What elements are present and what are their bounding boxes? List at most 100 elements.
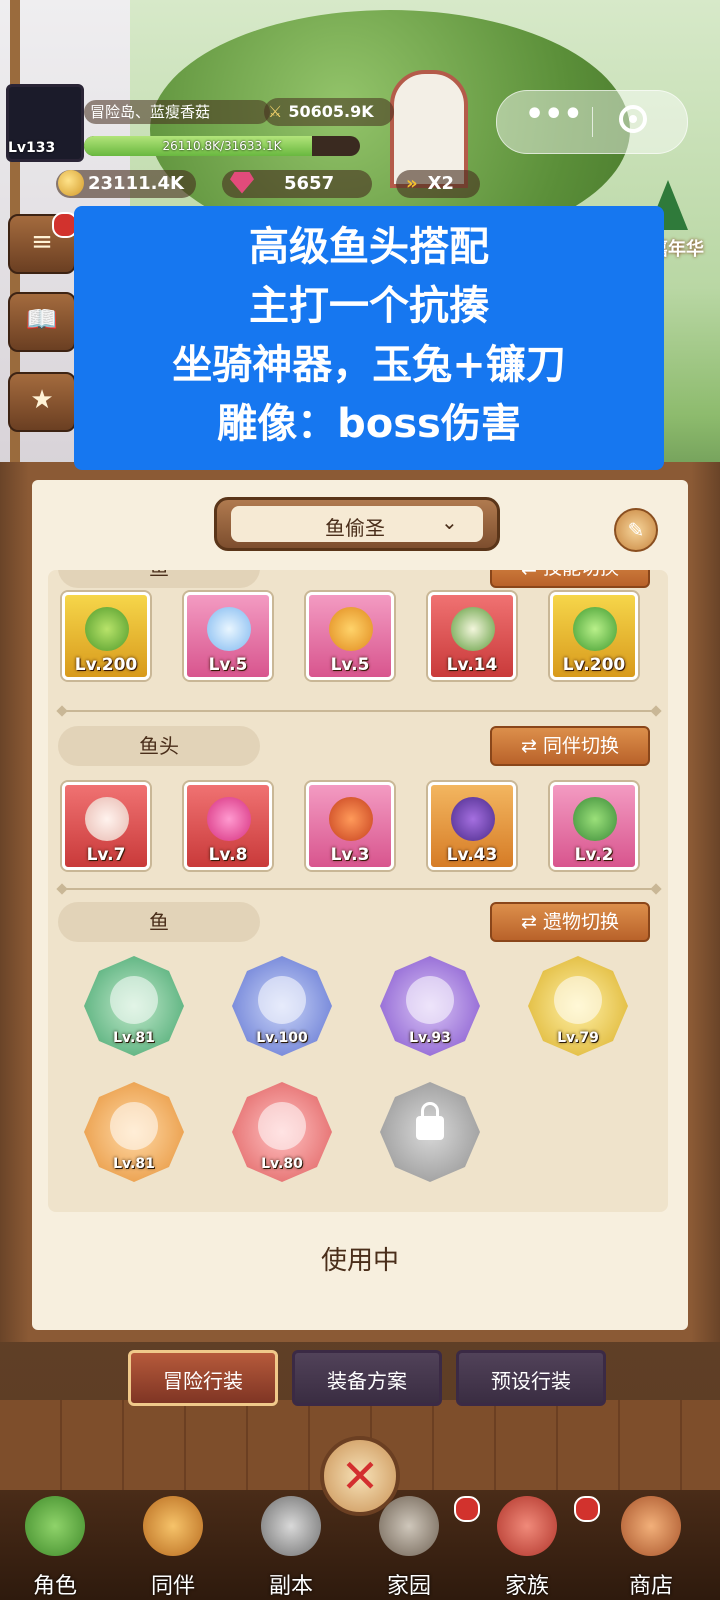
cauliflower-icon [451, 607, 495, 651]
book-button[interactable]: 📖 [8, 292, 76, 352]
partner-slot[interactable]: Lv.7 [62, 782, 150, 870]
relic-slot[interactable]: Lv.93 [380, 956, 480, 1056]
relic-level: Lv.93 [409, 1030, 451, 1046]
tab-preset-gear[interactable]: 预设行装 [456, 1350, 606, 1406]
nav-label: 家园 [386, 1574, 431, 1599]
gem-counter[interactable]: 5657 [222, 170, 372, 198]
skill-slot[interactable]: Lv.200 [550, 592, 638, 680]
caption-overlay: 高级鱼头搭配 主打一个抗揍 坐骑神器，玉兔+镰刀 雕像：boss伤害 [74, 206, 664, 470]
section-divider [62, 888, 656, 890]
menu-icon: ≡ [31, 227, 53, 257]
swap-icon: ⇄ [521, 570, 543, 579]
coin-icon [58, 169, 84, 196]
skill-slot[interactable]: Lv.5 [184, 592, 272, 680]
partner-swap-button[interactable]: ⇄ 同伴切换 [490, 726, 650, 766]
lightning-icon [207, 607, 251, 651]
relic-level: Lv.80 [261, 1156, 303, 1172]
partner-slot[interactable]: Lv.2 [550, 782, 638, 870]
skill-slot[interactable]: Lv.14 [428, 592, 516, 680]
relic-slot-locked[interactable] [380, 1082, 480, 1182]
nav-partner[interactable]: 同伴 [118, 1490, 228, 1600]
relic-slot[interactable]: Lv.81 [84, 956, 184, 1056]
more-icon[interactable]: ••• [525, 97, 583, 132]
deer-icon [85, 797, 129, 841]
miniprogram-capsule: ••• [496, 90, 688, 154]
partner-level: Lv.3 [330, 845, 370, 865]
sword-icon: ⚔ [268, 102, 283, 121]
section-title-skills: 鱼 [58, 570, 260, 588]
notification-dot [574, 1496, 600, 1522]
skill-level: Lv.200 [562, 655, 626, 675]
power-value: 50605.9K [288, 102, 374, 121]
gem-value: 5657 [284, 173, 335, 194]
caption-line: 主打一个抗揍 [249, 283, 489, 329]
nav-label: 副本 [268, 1574, 313, 1599]
gold-counter[interactable]: 23111.4K [56, 169, 196, 198]
relic-level: Lv.100 [256, 1030, 308, 1046]
trophy-button[interactable]: ★ [8, 372, 76, 432]
notification-dot [454, 1496, 480, 1522]
partner-slot[interactable]: Lv.3 [306, 782, 394, 870]
relic-slot[interactable]: Lv.81 [84, 1082, 184, 1182]
nav-character[interactable]: 角色 [0, 1490, 110, 1600]
skill-slot[interactable]: Lv.200 [62, 592, 150, 680]
lock-icon [416, 1102, 444, 1140]
relic-slot[interactable]: Lv.80 [232, 1082, 332, 1182]
relic-swap-button[interactable]: ⇄ 遗物切换 [490, 902, 650, 942]
clan-flag-icon [497, 1496, 557, 1556]
close-button[interactable]: ✕ [320, 1436, 400, 1516]
partner-slot[interactable]: Lv.43 [428, 782, 516, 870]
partner-swap-label: 同伴切换 [542, 735, 619, 757]
relic-swap-label: 遗物切换 [542, 911, 619, 933]
caption-line: 坐骑神器，玉兔+镰刀 [172, 342, 566, 388]
spellbook-icon [554, 976, 602, 1024]
speed-value: X2 [427, 173, 455, 194]
shop-icon [621, 1496, 681, 1556]
close-miniprogram-icon[interactable] [619, 105, 647, 133]
skill-level: Lv.200 [74, 655, 138, 675]
gem-icon [230, 171, 254, 194]
loadout-name: 鱼偷圣 [325, 516, 385, 540]
loadout-content: 鱼 ⇄ 技能切换 Lv.200 Lv.5 Lv.5 Lv.14 Lv.200 鱼… [48, 570, 668, 1212]
nav-label: 家族 [504, 1574, 549, 1599]
nav-shop[interactable]: 商店 [596, 1490, 706, 1600]
relic-level: Lv.81 [113, 1030, 155, 1046]
partner-slot[interactable]: Lv.8 [184, 782, 272, 870]
nav-label: 同伴 [150, 1574, 195, 1599]
partner-level: Lv.8 [208, 845, 248, 865]
swap-icon: ⇄ [521, 735, 543, 757]
chevron-down-icon: ⌄ [441, 510, 458, 534]
relic-slot[interactable]: Lv.100 [232, 956, 332, 1056]
green-shell-icon [573, 607, 617, 651]
loadout-selector[interactable]: 鱼偷圣 ⌄ [214, 497, 500, 551]
partner-level: Lv.2 [574, 845, 614, 865]
sprout-icon [85, 607, 129, 651]
skill-swap-button[interactable]: ⇄ 技能切换 [490, 570, 650, 588]
speed-toggle[interactable]: » X2 [396, 170, 480, 198]
nav-label: 角色 [32, 1574, 77, 1599]
location-label: 冒险岛、蓝瘦香菇 [84, 100, 270, 124]
eggplant-icon [451, 797, 495, 841]
skill-slot[interactable]: Lv.5 [306, 592, 394, 680]
feather-icon: ✎ [627, 518, 645, 542]
section-title-partners: 鱼头 [58, 726, 260, 766]
skill-swap-label: 技能切换 [543, 570, 619, 579]
tab-adventure-gear[interactable]: 冒险行装 [128, 1350, 278, 1406]
trophy-icon: ★ [30, 385, 54, 415]
dragon-icon [329, 797, 373, 841]
relic-slot[interactable]: Lv.79 [528, 956, 628, 1056]
player-level: Lv133 [8, 140, 56, 156]
skill-level: Lv.14 [446, 655, 498, 675]
pink-cat-icon [207, 797, 251, 841]
status-in-use: 使用中 [320, 1246, 399, 1276]
capsule-divider [592, 107, 593, 137]
close-icon: ✕ [340, 1449, 380, 1503]
crossed-swords-icon [261, 1496, 321, 1556]
cardboard-box-icon [406, 976, 454, 1024]
tab-equipment-plan[interactable]: 装备方案 [292, 1350, 442, 1406]
section-divider [62, 710, 656, 712]
partner-level: Lv.7 [86, 845, 126, 865]
nav-clan[interactable]: 家族 [472, 1490, 582, 1600]
book-icon: 📖 [25, 305, 59, 335]
rename-feather-button[interactable]: ✎ [614, 508, 658, 552]
